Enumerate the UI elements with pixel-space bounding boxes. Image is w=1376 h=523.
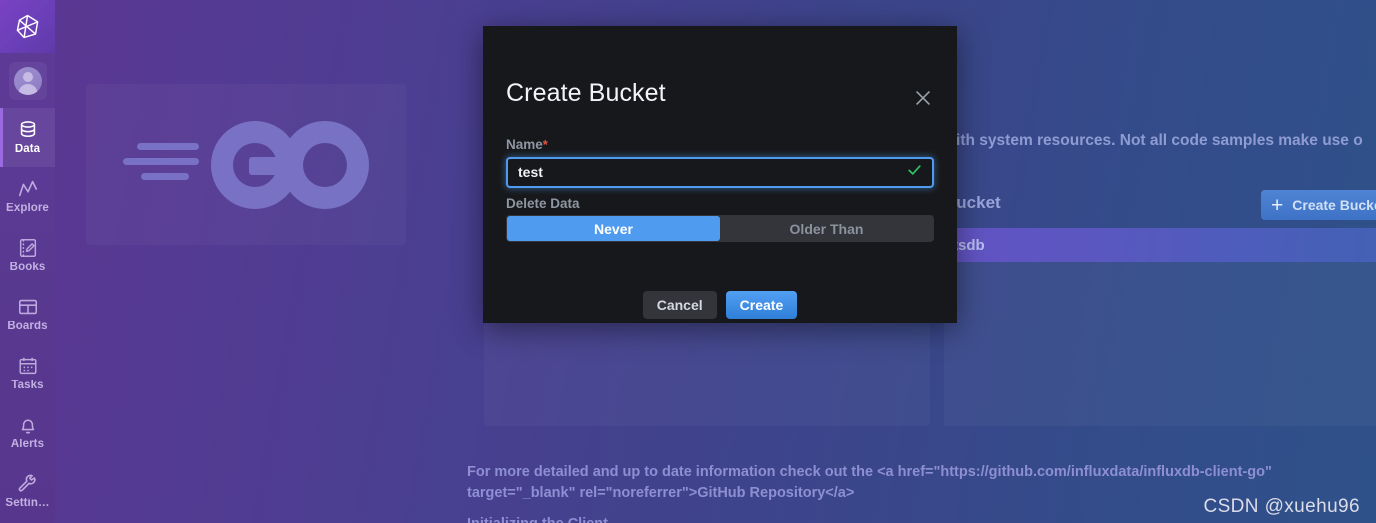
modal-title: Create Bucket [506, 79, 666, 107]
sidebar-item-boards[interactable]: Boards [0, 285, 55, 344]
cancel-button[interactable]: Cancel [642, 291, 717, 319]
client-description-text: with system resources. Not all code samp… [944, 132, 1363, 149]
bell-icon [21, 419, 34, 434]
go-logo-icon [123, 120, 369, 209]
create-bucket-modal: Create Bucket Name* Delete Data [483, 26, 957, 323]
check-icon [906, 162, 923, 183]
sidebar-item-settings[interactable]: Settin… [0, 462, 55, 521]
wrench-icon [18, 474, 36, 492]
user-menu[interactable] [0, 53, 55, 108]
graph-line-icon [18, 181, 37, 197]
influxdb-logo-icon [16, 14, 39, 39]
buckets-list-panel [944, 262, 1376, 426]
sidebar-item-data[interactable]: Data [0, 108, 55, 167]
modal-header: Create Bucket [483, 26, 957, 106]
modal-body: Name* Delete Data Never Older Than [506, 138, 934, 242]
sidebar-item-label: Data [14, 144, 41, 156]
notebook-pencil-icon [19, 239, 36, 258]
sidebar-item-alerts[interactable]: Alerts [0, 403, 55, 462]
footer-note-cut-text: Initializing the Client [467, 514, 967, 523]
go-client-logo-card [86, 84, 406, 245]
name-input-wrapper[interactable] [506, 156, 934, 188]
watermark: CSDN @xuehu96 [1203, 496, 1360, 517]
sidebar-item-books[interactable]: Books [0, 226, 55, 285]
database-icon [20, 121, 35, 138]
sidebar-item-explore[interactable]: Explore [0, 167, 55, 226]
dashboard-grid-icon [18, 300, 37, 315]
name-label-text: Name [506, 137, 543, 152]
user-avatar-icon [13, 66, 42, 95]
create-bucket-button-label: Create Bucket [1292, 197, 1376, 213]
bucket-row-tsdb[interactable]: tsdb [944, 228, 1376, 262]
sidebar-item-label: Boards [7, 321, 48, 333]
sidebar: Data Explore Books Boards Tasks Alerts S… [0, 0, 55, 523]
sidebar-item-label: Explore [6, 203, 49, 215]
required-marker: * [542, 137, 548, 152]
name-field-label: Name* [506, 138, 934, 152]
sidebar-item-label: Alerts [10, 439, 45, 451]
retention-option-never[interactable]: Never [507, 216, 720, 241]
name-input[interactable] [508, 158, 932, 186]
calendar-icon [18, 358, 37, 375]
sidebar-item-label: Books [9, 262, 46, 274]
app-logo[interactable] [0, 0, 55, 53]
plus-icon: + [1271, 193, 1284, 217]
retention-option-older-than[interactable]: Older Than [720, 216, 933, 241]
sidebar-item-tasks[interactable]: Tasks [0, 344, 55, 403]
close-icon[interactable] [911, 86, 935, 110]
retention-toggle-group: Never Older Than [506, 215, 934, 242]
create-button[interactable]: Create [725, 291, 798, 319]
modal-footer: Cancel Create [483, 291, 957, 319]
delete-data-label: Delete Data [506, 195, 580, 211]
avatar[interactable] [8, 61, 47, 100]
sidebar-item-label: Settin… [5, 498, 50, 510]
app-root: with system resources. Not all code samp… [0, 0, 1376, 523]
sidebar-item-label: Tasks [11, 380, 44, 392]
create-bucket-button[interactable]: + Create Bucket [1261, 190, 1376, 220]
buckets-column: with system resources. Not all code samp… [944, 0, 1376, 523]
